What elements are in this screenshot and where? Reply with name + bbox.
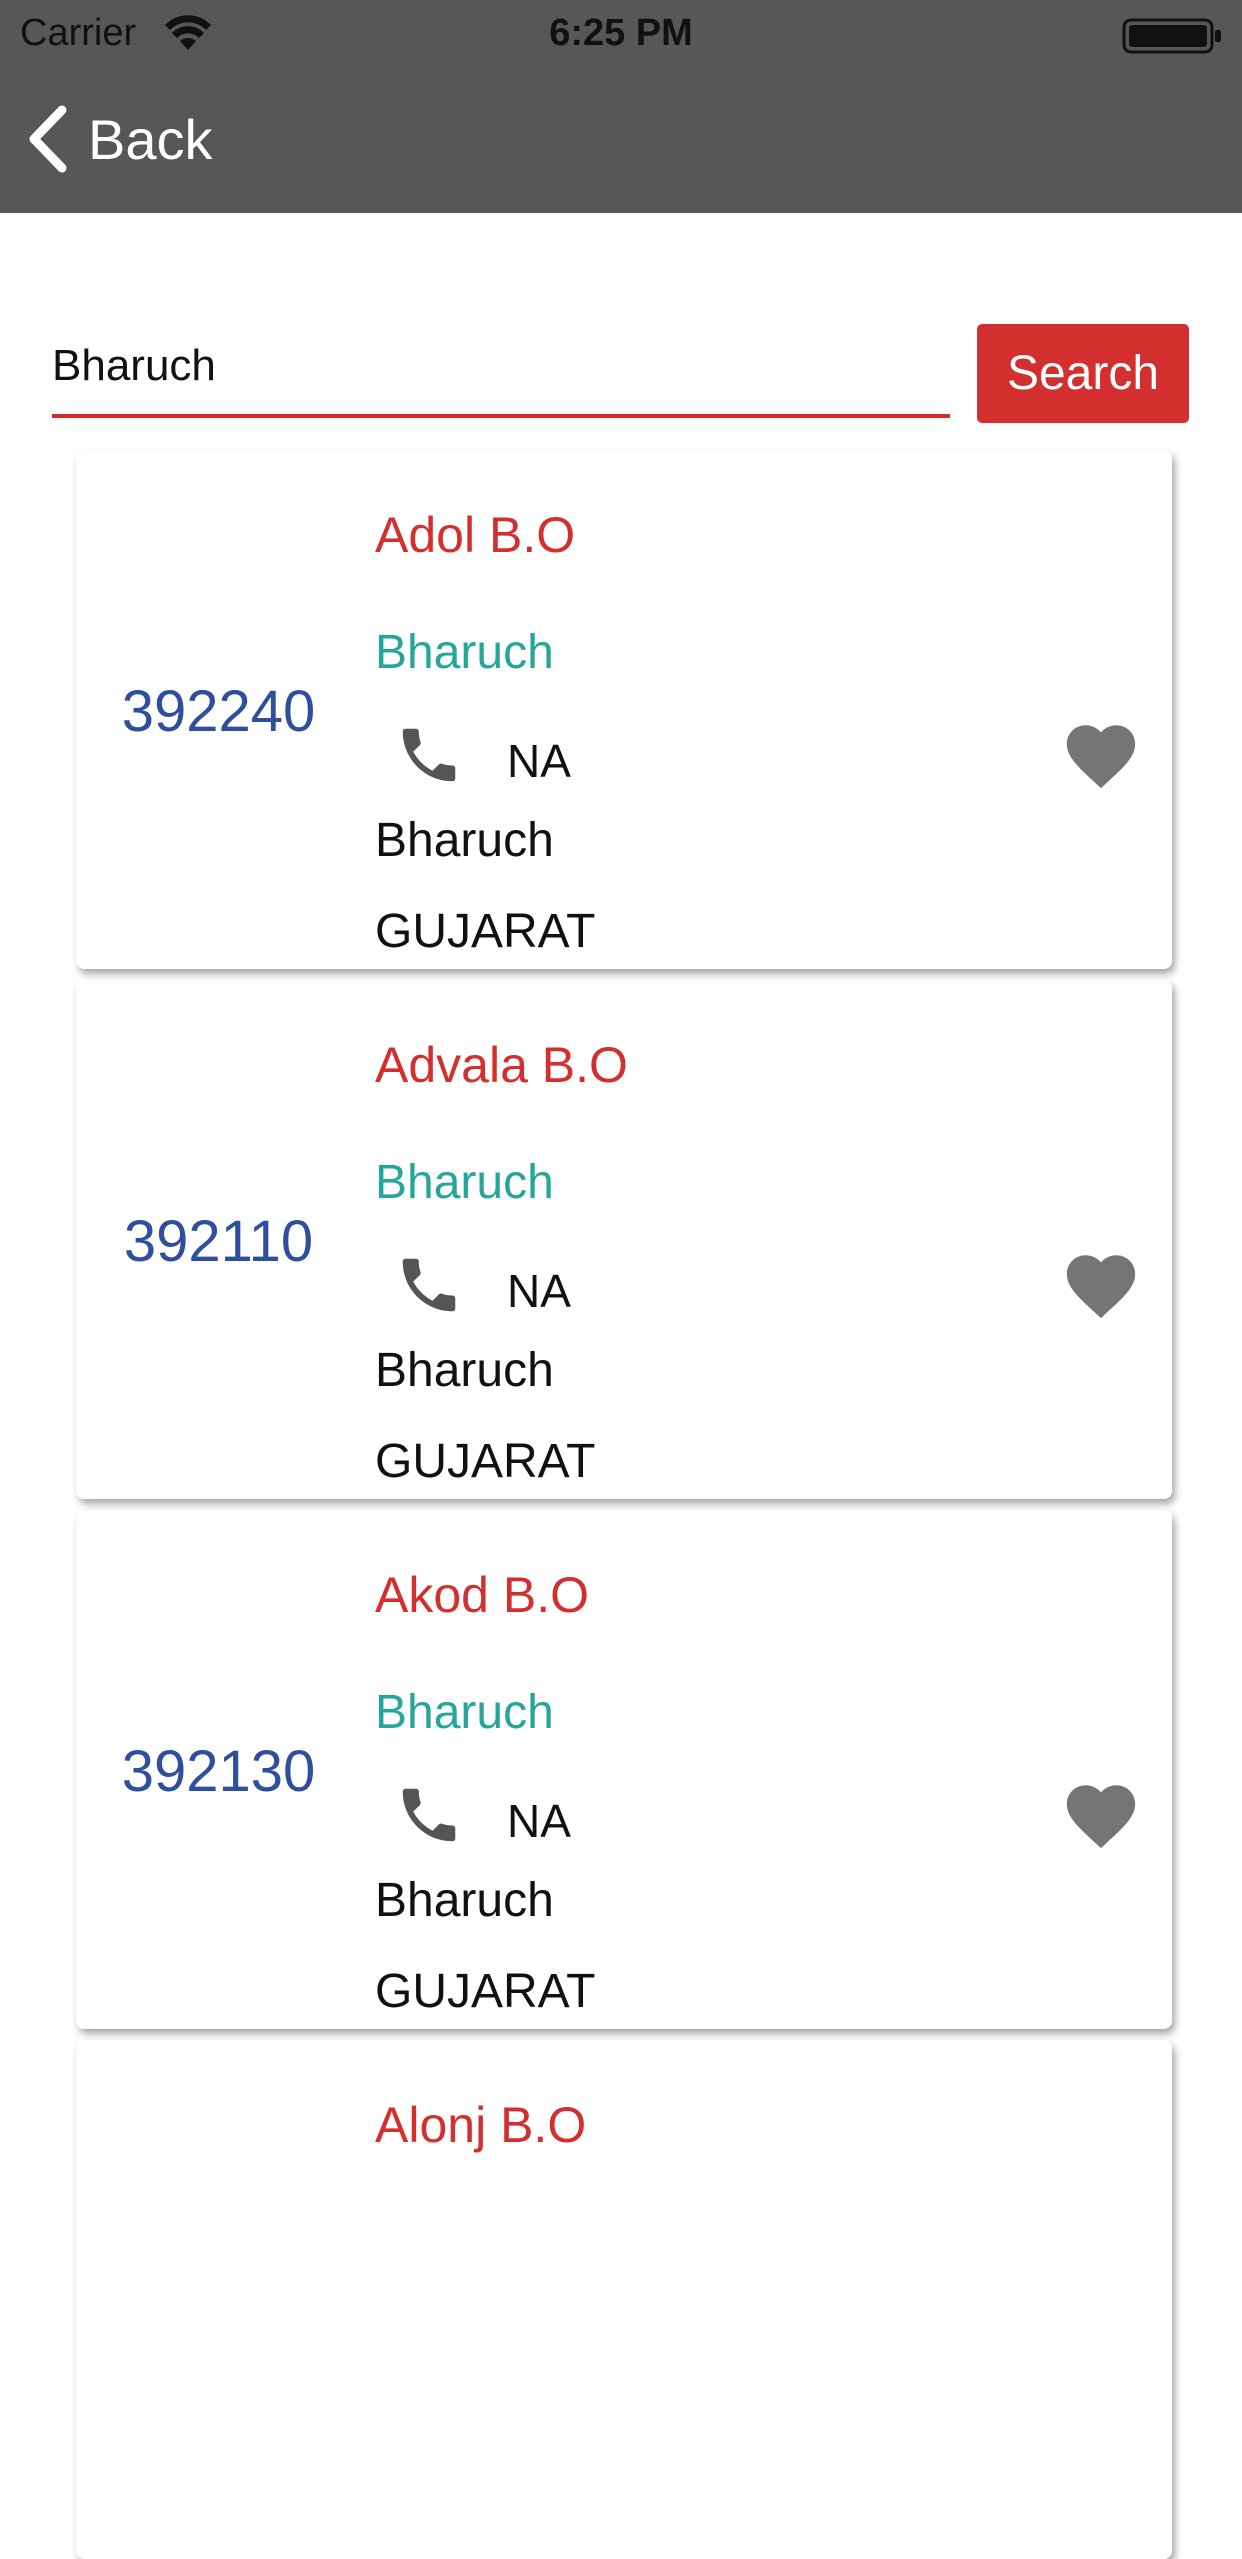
phone-number: NA [507, 735, 571, 787]
taluk-name: Bharuch [375, 814, 554, 867]
district-name: Bharuch [375, 626, 554, 679]
taluk-name: Bharuch [375, 1344, 554, 1397]
result-card[interactable]: Alonj B.O [76, 2040, 1172, 2559]
battery-icon [1122, 18, 1221, 54]
phone-number: NA [507, 1265, 571, 1317]
office-name: Alonj B.O [375, 2097, 587, 2153]
chevron-left-icon [29, 105, 67, 173]
search-button[interactable]: Search [977, 324, 1189, 423]
heart-icon[interactable] [1059, 1775, 1143, 1857]
pincode: 392110 [123, 1209, 314, 1274]
phone-number: NA [507, 1795, 571, 1847]
office-name: Akod B.O [375, 1567, 589, 1623]
search-input[interactable] [52, 318, 950, 418]
phone-icon[interactable] [394, 1780, 464, 1850]
result-card[interactable]: 392240 Adol B.O Bharuch NA Bharuch GUJAR… [76, 450, 1172, 969]
district-name: Bharuch [375, 1156, 554, 1209]
back-button[interactable]: Back [24, 104, 213, 174]
result-card[interactable]: 392130 Akod B.O Bharuch NA Bharuch GUJAR… [76, 1510, 1172, 2029]
state-name: GUJARAT [375, 1435, 596, 1488]
phone-icon[interactable] [394, 720, 464, 790]
back-label: Back [88, 107, 213, 171]
heart-icon[interactable] [1059, 715, 1143, 797]
clock: 6:25 PM [549, 12, 693, 54]
state-name: GUJARAT [375, 1965, 596, 2018]
pincode: 392130 [121, 1739, 316, 1804]
office-name: Advala B.O [375, 1037, 628, 1093]
office-name: Adol B.O [375, 507, 576, 563]
heart-icon[interactable] [1059, 1245, 1143, 1327]
result-card[interactable]: 392110 Advala B.O Bharuch NA Bharuch GUJ… [76, 980, 1172, 1499]
navigation-bar: Back [0, 68, 1242, 213]
district-name: Bharuch [375, 1686, 554, 1739]
state-name: GUJARAT [375, 905, 596, 958]
taluk-name: Bharuch [375, 1874, 554, 1927]
phone-icon[interactable] [394, 1250, 464, 1320]
pincode: 392240 [121, 679, 316, 744]
status-bar: Carrier 6:25 PM [0, 0, 1242, 68]
